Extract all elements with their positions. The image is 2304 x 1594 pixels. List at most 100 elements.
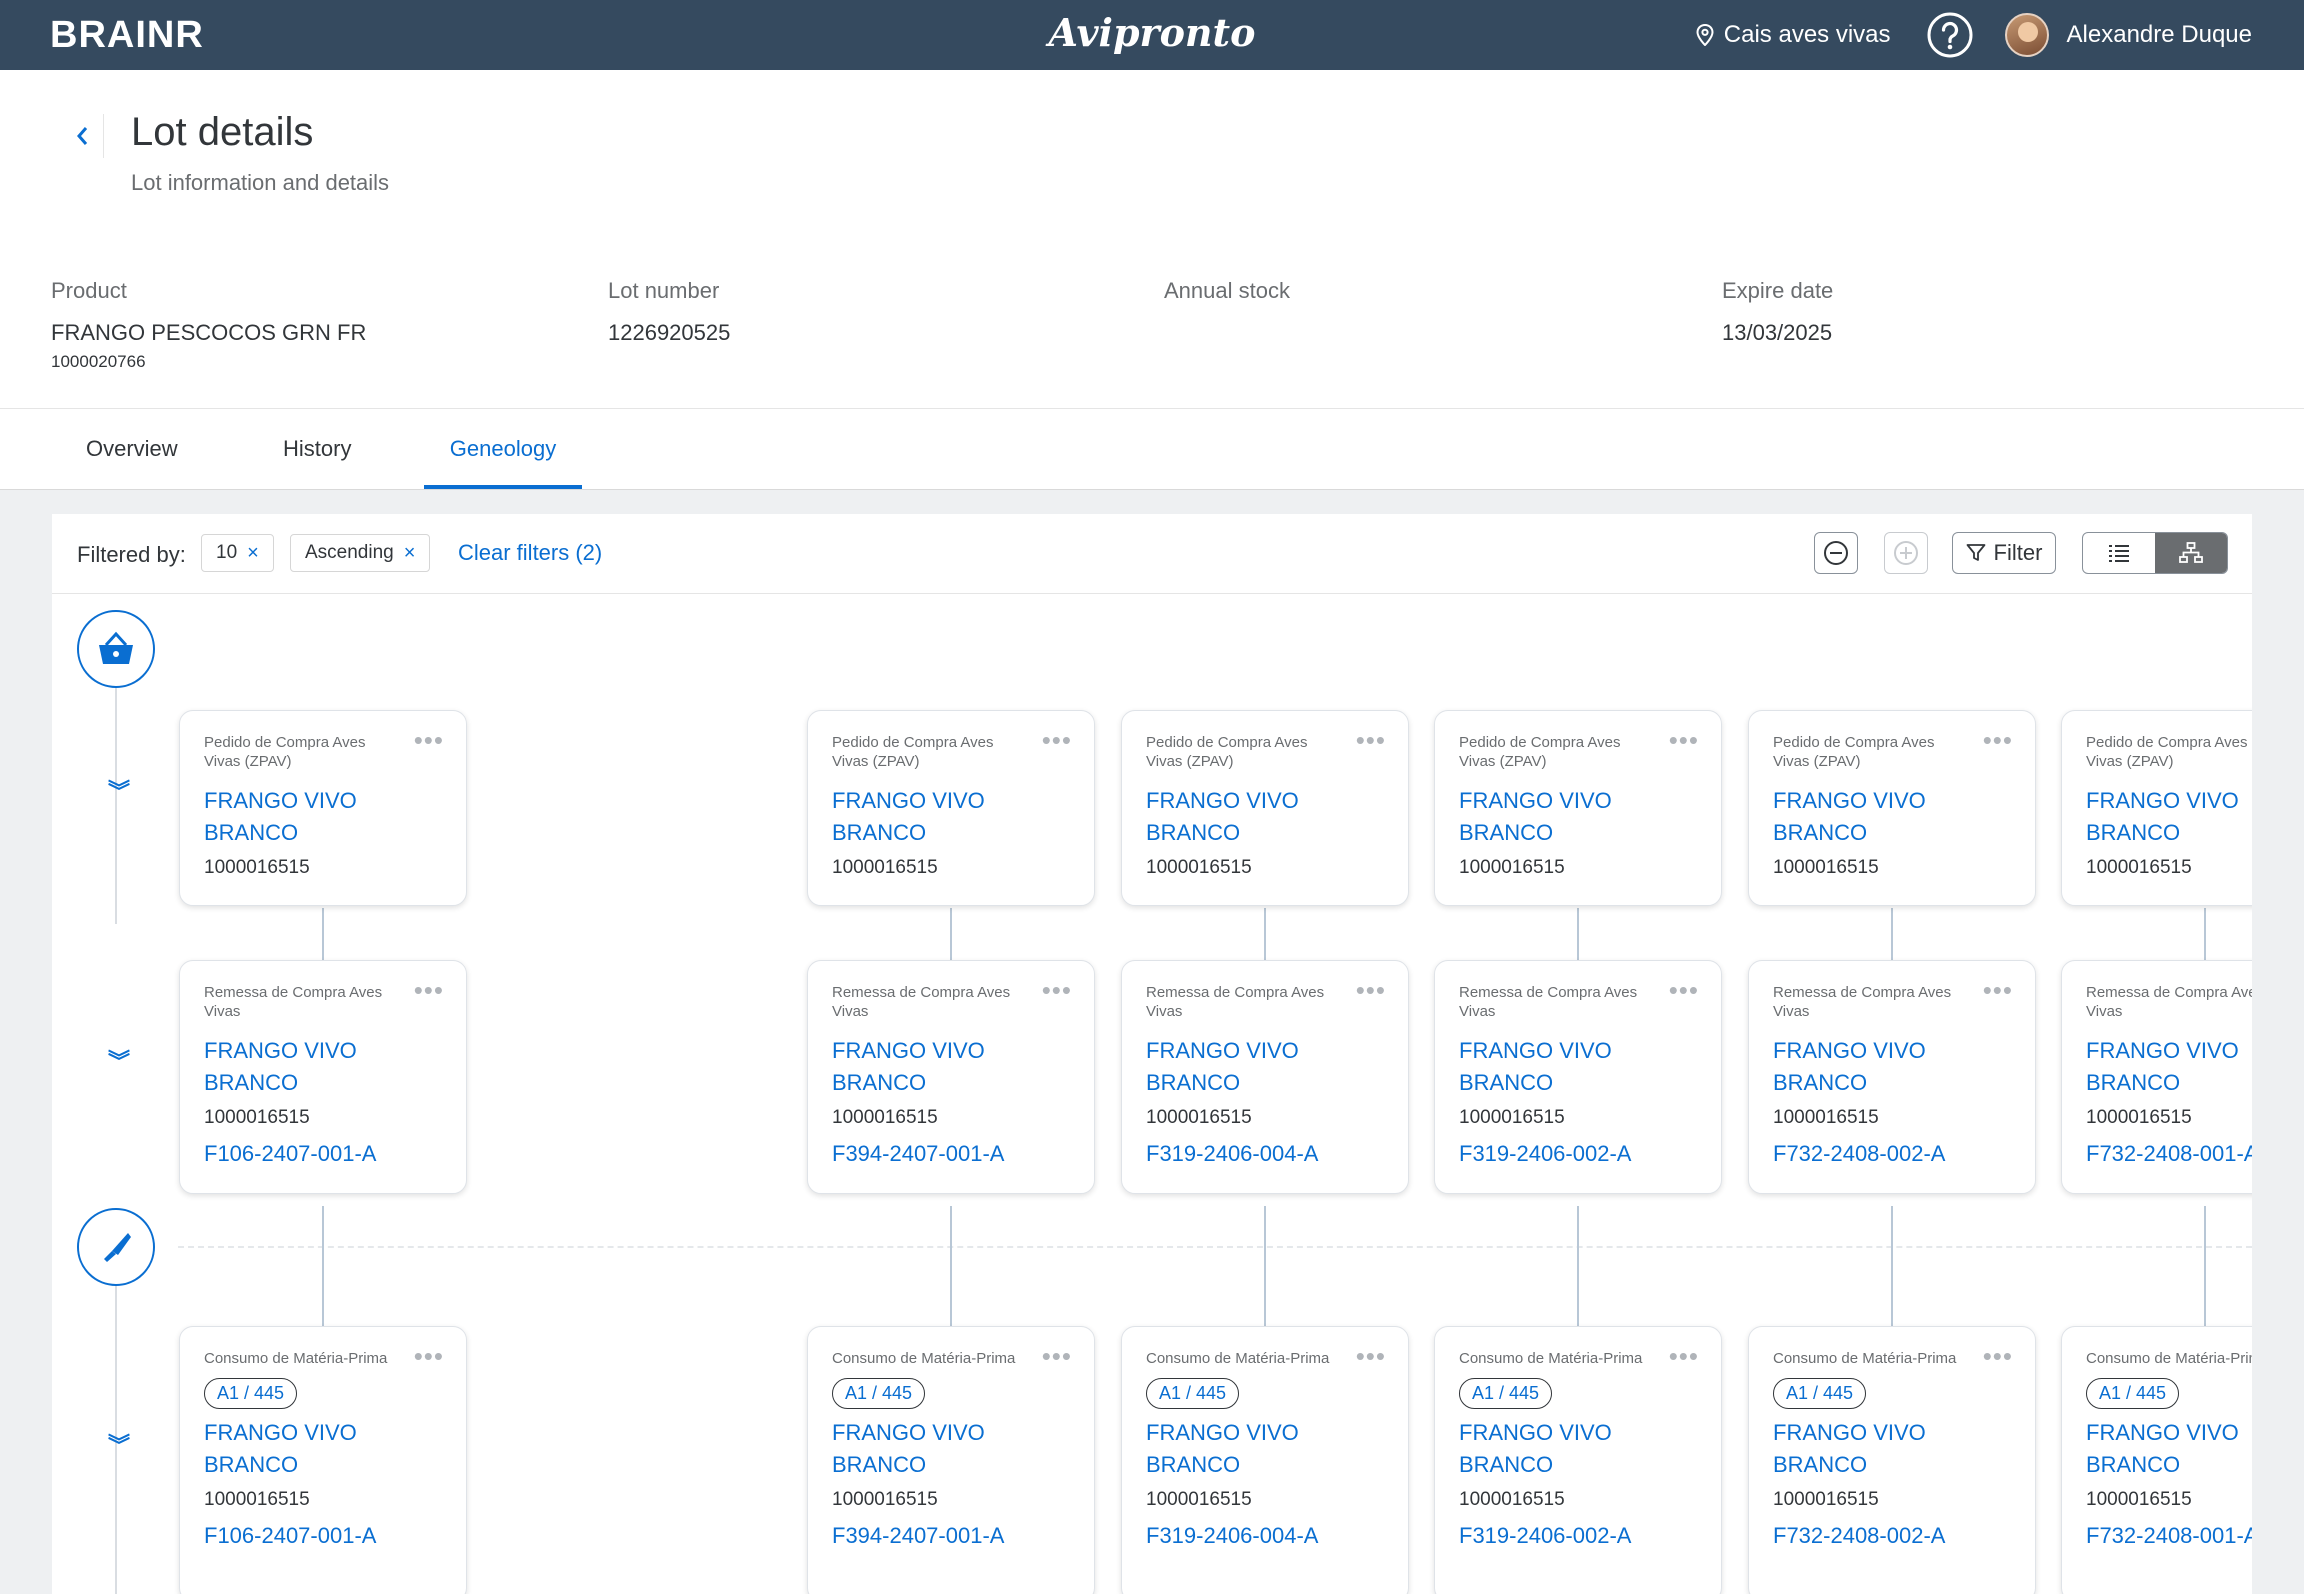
card-product-link[interactable]: FRANGO VIVO BRANCO bbox=[1459, 1417, 1697, 1481]
card-batch-link[interactable]: F732-2408-001-A bbox=[2086, 1523, 2252, 1549]
card-batch-link[interactable]: F319-2406-004-A bbox=[1146, 1141, 1384, 1167]
more-icon[interactable]: ••• bbox=[1983, 977, 2013, 1003]
card-product-link[interactable]: FRANGO VIVO BRANCO bbox=[1773, 785, 2011, 849]
card-batch-link[interactable]: F732-2408-002-A bbox=[1773, 1523, 2011, 1549]
card-product-link[interactable]: FRANGO VIVO BRANCO bbox=[204, 785, 442, 849]
more-icon[interactable]: ••• bbox=[1669, 977, 1699, 1003]
card-product-code: 1000016515 bbox=[204, 1489, 310, 1510]
more-icon[interactable]: ••• bbox=[1983, 1343, 2013, 1369]
filter-button[interactable]: Filter bbox=[1952, 532, 2056, 574]
shipment-card[interactable]: Remessa de Compra Aves Vivas ••• FRANGO … bbox=[2061, 960, 2252, 1194]
card-product-link[interactable]: FRANGO VIVO BRANCO bbox=[2086, 1035, 2252, 1099]
genealogy-canvas: ︾ ︾ ︾ Pedido de Compra Aves Vivas (ZPAV)… bbox=[52, 594, 2252, 1594]
card-product-link[interactable]: FRANGO VIVO BRANCO bbox=[1146, 1417, 1384, 1481]
card-batch-link[interactable]: F394-2407-001-A bbox=[832, 1141, 1070, 1167]
expand-icon[interactable]: ︾ bbox=[108, 1435, 130, 1457]
more-icon[interactable]: ••• bbox=[414, 977, 444, 1003]
more-icon[interactable]: ••• bbox=[1042, 977, 1072, 1003]
more-icon[interactable]: ••• bbox=[414, 1343, 444, 1369]
purchase-order-card[interactable]: Pedido de Compra Aves Vivas (ZPAV) ••• F… bbox=[1121, 710, 1409, 906]
card-batch-link[interactable]: F319-2406-004-A bbox=[1146, 1523, 1384, 1549]
more-icon[interactable]: ••• bbox=[1669, 727, 1699, 753]
shipment-card[interactable]: Remessa de Compra Aves Vivas ••• FRANGO … bbox=[1121, 960, 1409, 1194]
shipment-card[interactable]: Remessa de Compra Aves Vivas ••• FRANGO … bbox=[179, 960, 467, 1194]
more-icon[interactable]: ••• bbox=[414, 727, 444, 753]
card-product-link[interactable]: FRANGO VIVO BRANCO bbox=[1773, 1417, 2011, 1481]
list-view-toggle[interactable] bbox=[2083, 533, 2155, 573]
card-product-link[interactable]: FRANGO VIVO BRANCO bbox=[204, 1417, 442, 1481]
production-stage-node[interactable] bbox=[77, 1208, 155, 1286]
card-batch-link[interactable]: F394-2407-001-A bbox=[832, 1523, 1070, 1549]
consumption-card[interactable]: Consumo de Matéria-Prima ••• A1 / 445 FR… bbox=[179, 1326, 467, 1594]
card-type: Remessa de Compra Aves Vivas bbox=[832, 984, 1011, 1020]
purchase-order-card[interactable]: Pedido de Compra Aves Vivas (ZPAV) ••• F… bbox=[1434, 710, 1722, 906]
card-product-link[interactable]: FRANGO VIVO BRANCO bbox=[2086, 785, 2252, 849]
consumption-card[interactable]: Consumo de Matéria-Prima ••• A1 / 445 FR… bbox=[807, 1326, 1095, 1594]
zoom-in-button[interactable] bbox=[1884, 532, 1928, 574]
card-product-link[interactable]: FRANGO VIVO BRANCO bbox=[832, 1417, 1070, 1481]
card-batch-link[interactable]: F319-2406-002-A bbox=[1459, 1523, 1697, 1549]
help-circle-icon[interactable] bbox=[1927, 12, 1973, 58]
consumption-card[interactable]: Consumo de Matéria-Prima ••• A1 / 445 FR… bbox=[1748, 1326, 2036, 1594]
annual-stock-label: Annual stock bbox=[1164, 278, 1290, 303]
expand-icon[interactable]: ︾ bbox=[108, 781, 130, 803]
card-batch-link[interactable]: F732-2408-002-A bbox=[1773, 1141, 2011, 1167]
shipment-card[interactable]: Remessa de Compra Aves Vivas ••• FRANGO … bbox=[807, 960, 1095, 1194]
card-product-link[interactable]: FRANGO VIVO BRANCO bbox=[1773, 1035, 2011, 1099]
product-value: FRANGO PESCOCOS GRN FR bbox=[51, 320, 367, 345]
card-product-link[interactable]: FRANGO VIVO BRANCO bbox=[1146, 785, 1384, 849]
card-batch-link[interactable]: F732-2408-001-A bbox=[2086, 1141, 2252, 1167]
card-type: Consumo de Matéria-Prima bbox=[832, 1350, 1016, 1367]
card-batch-link[interactable]: F319-2406-002-A bbox=[1459, 1141, 1697, 1167]
card-type: Consumo de Matéria-Prima bbox=[1146, 1350, 1330, 1367]
card-batch-link[interactable]: F106-2407-001-A bbox=[204, 1141, 442, 1167]
card-product-link[interactable]: FRANGO VIVO BRANCO bbox=[204, 1035, 442, 1099]
chevron-left-icon bbox=[76, 127, 87, 145]
purchase-order-card[interactable]: Pedido de Compra Aves Vivas (ZPAV) ••• F… bbox=[807, 710, 1095, 906]
close-icon[interactable]: × bbox=[247, 542, 259, 565]
consumption-card[interactable]: Consumo de Matéria-Prima ••• A1 / 445 FR… bbox=[1434, 1326, 1722, 1594]
tab-geneology[interactable]: Geneology bbox=[424, 409, 582, 489]
consumption-card[interactable]: Consumo de Matéria-Prima ••• A1 / 445 FR… bbox=[2061, 1326, 2252, 1594]
zoom-out-button[interactable] bbox=[1814, 532, 1858, 574]
purchase-order-card[interactable]: Pedido de Compra Aves Vivas (ZPAV) ••• F… bbox=[2061, 710, 2252, 906]
filter-chip-sort[interactable]: Ascending × bbox=[290, 534, 431, 572]
expire-date-field: Expire date 13/03/2025 bbox=[1722, 278, 1833, 346]
location-badge: A1 / 445 bbox=[204, 1378, 298, 1409]
stage-divider bbox=[178, 1246, 2252, 1248]
more-icon[interactable]: ••• bbox=[1356, 1343, 1386, 1369]
more-icon[interactable]: ••• bbox=[1042, 1343, 1072, 1369]
purchase-order-card[interactable]: Pedido de Compra Aves Vivas (ZPAV) ••• F… bbox=[179, 710, 467, 906]
user-name[interactable]: Alexandre Duque bbox=[2067, 21, 2252, 49]
tab-history[interactable]: History bbox=[283, 409, 351, 489]
more-icon[interactable]: ••• bbox=[1042, 727, 1072, 753]
card-product-link[interactable]: FRANGO VIVO BRANCO bbox=[1459, 785, 1697, 849]
more-icon[interactable]: ••• bbox=[1356, 727, 1386, 753]
card-product-link[interactable]: FRANGO VIVO BRANCO bbox=[832, 785, 1070, 849]
back-button[interactable] bbox=[60, 114, 104, 158]
more-icon[interactable]: ••• bbox=[1983, 727, 2013, 753]
card-product-link[interactable]: FRANGO VIVO BRANCO bbox=[832, 1035, 1070, 1099]
more-icon[interactable]: ••• bbox=[1356, 977, 1386, 1003]
card-product-link[interactable]: FRANGO VIVO BRANCO bbox=[2086, 1417, 2252, 1481]
genealogy-panel: Filtered by: 10 × Ascending × Clear filter… bbox=[52, 514, 2252, 1594]
shipment-card[interactable]: Remessa de Compra Aves Vivas ••• FRANGO … bbox=[1748, 960, 2036, 1194]
card-product-link[interactable]: FRANGO VIVO BRANCO bbox=[1459, 1035, 1697, 1099]
purchase-stage-node[interactable] bbox=[77, 610, 155, 688]
location-selector[interactable]: Cais aves vivas bbox=[1696, 21, 1891, 49]
zoom-in-icon bbox=[1894, 541, 1918, 565]
card-product-link[interactable]: FRANGO VIVO BRANCO bbox=[1146, 1035, 1384, 1099]
avatar[interactable] bbox=[2004, 13, 2049, 57]
consumption-card[interactable]: Consumo de Matéria-Prima ••• A1 / 445 FR… bbox=[1121, 1326, 1409, 1594]
tree-view-toggle[interactable] bbox=[2155, 533, 2227, 573]
tab-overview[interactable]: Overview bbox=[86, 409, 178, 489]
close-icon[interactable]: × bbox=[404, 542, 416, 565]
clear-filters-link[interactable]: Clear filters (2) bbox=[458, 540, 602, 566]
more-icon[interactable]: ••• bbox=[1669, 1343, 1699, 1369]
card-batch-link[interactable]: F106-2407-001-A bbox=[204, 1523, 442, 1549]
shipment-card[interactable]: Remessa de Compra Aves Vivas ••• FRANGO … bbox=[1434, 960, 1722, 1194]
expand-icon[interactable]: ︾ bbox=[108, 1051, 130, 1073]
filter-chip-count[interactable]: 10 × bbox=[201, 534, 274, 572]
hierarchy-icon bbox=[2179, 542, 2203, 563]
purchase-order-card[interactable]: Pedido de Compra Aves Vivas (ZPAV) ••• F… bbox=[1748, 710, 2036, 906]
